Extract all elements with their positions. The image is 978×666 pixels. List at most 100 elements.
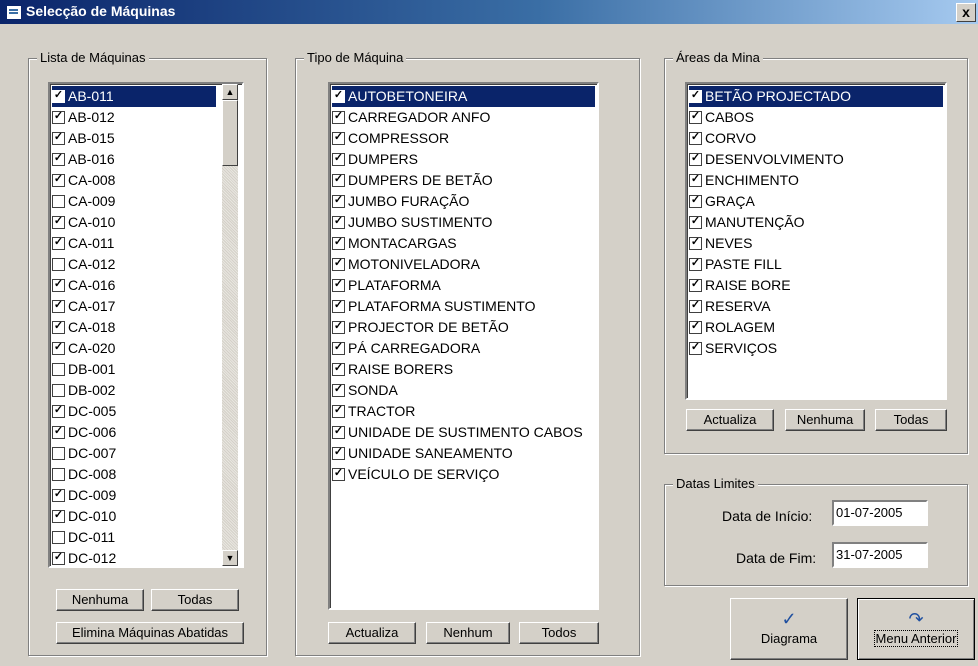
list-item[interactable]: DB-001 xyxy=(52,359,216,380)
checkbox-checked[interactable] xyxy=(689,174,702,187)
checkbox-checked[interactable] xyxy=(52,174,65,187)
checkbox-checked[interactable] xyxy=(689,216,702,229)
checkbox-checked[interactable] xyxy=(332,468,345,481)
checkbox-checked[interactable] xyxy=(689,153,702,166)
list-item[interactable]: CARREGADOR ANFO xyxy=(332,107,595,128)
checkbox-checked[interactable] xyxy=(332,90,345,103)
list-item[interactable]: DC-005 xyxy=(52,401,216,422)
list-item[interactable]: BETÃO PROJECTADO xyxy=(689,86,943,107)
list-item[interactable]: DC-008 xyxy=(52,464,216,485)
list-item[interactable]: DUMPERS DE BETÃO xyxy=(332,170,595,191)
list-item[interactable]: CA-009 xyxy=(52,191,216,212)
diagrama-button[interactable]: ✓ Diagrama xyxy=(730,598,848,660)
data-fim-input[interactable]: 31-07-2005 xyxy=(832,542,928,568)
tipos-nenhum-button[interactable]: Nenhum xyxy=(426,622,510,644)
list-item[interactable]: JUMBO SUSTIMENTO xyxy=(332,212,595,233)
checkbox-checked[interactable] xyxy=(332,384,345,397)
checkbox-unchecked[interactable] xyxy=(52,384,65,397)
checkbox-checked[interactable] xyxy=(689,279,702,292)
list-item[interactable]: DUMPERS xyxy=(332,149,595,170)
tipos-todos-button[interactable]: Todos xyxy=(519,622,599,644)
list-item[interactable]: GRAÇA xyxy=(689,191,943,212)
scroll-up-button[interactable]: ▲ xyxy=(222,84,238,100)
checkbox-checked[interactable] xyxy=(52,489,65,502)
checkbox-checked[interactable] xyxy=(52,510,65,523)
list-item[interactable]: RAISE BORERS xyxy=(332,359,595,380)
menu-anterior-button[interactable]: ↷ Menu Anterior xyxy=(857,598,975,660)
checkbox-checked[interactable] xyxy=(52,552,65,565)
data-inicio-input[interactable]: 01-07-2005 xyxy=(832,500,928,526)
checkbox-checked[interactable] xyxy=(332,237,345,250)
checkbox-unchecked[interactable] xyxy=(52,447,65,460)
list-item[interactable]: DC-010 xyxy=(52,506,216,527)
checkbox-checked[interactable] xyxy=(689,111,702,124)
list-item[interactable]: PROJECTOR DE BETÃO xyxy=(332,317,595,338)
mine-areas-listbox[interactable]: BETÃO PROJECTADO CABOS CORVO DESENVOLVIMENT… xyxy=(685,82,947,400)
checkbox-checked[interactable] xyxy=(332,321,345,334)
list-item[interactable]: AB-016 xyxy=(52,149,216,170)
checkbox-checked[interactable] xyxy=(332,405,345,418)
list-item[interactable]: SONDA xyxy=(332,380,595,401)
checkbox-checked[interactable] xyxy=(52,216,65,229)
list-item[interactable]: PLATAFORMA xyxy=(332,275,595,296)
scroll-thumb[interactable] xyxy=(222,100,238,166)
areas-todas-button[interactable]: Todas xyxy=(875,409,947,431)
checkbox-checked[interactable] xyxy=(52,153,65,166)
checkbox-checked[interactable] xyxy=(332,363,345,376)
checkbox-checked[interactable] xyxy=(332,216,345,229)
checkbox-checked[interactable] xyxy=(332,258,345,271)
checkbox-checked[interactable] xyxy=(689,132,702,145)
checkbox-checked[interactable] xyxy=(52,300,65,313)
list-item[interactable]: CA-012 xyxy=(52,254,216,275)
machines-scrollbar[interactable]: ▲ ▼ xyxy=(222,84,238,566)
areas-nenhuma-button[interactable]: Nenhuma xyxy=(785,409,865,431)
checkbox-unchecked[interactable] xyxy=(52,195,65,208)
checkbox-checked[interactable] xyxy=(332,195,345,208)
list-item[interactable]: CA-010 xyxy=(52,212,216,233)
list-item[interactable]: SERVIÇOS xyxy=(689,338,943,359)
checkbox-checked[interactable] xyxy=(52,342,65,355)
checkbox-checked[interactable] xyxy=(52,405,65,418)
checkbox-checked[interactable] xyxy=(332,132,345,145)
checkbox-unchecked[interactable] xyxy=(52,468,65,481)
list-item[interactable]: RESERVA xyxy=(689,296,943,317)
list-item[interactable]: DC-006 xyxy=(52,422,216,443)
elimina-maquinas-abatidas-button[interactable]: Elimina Máquinas Abatidas xyxy=(56,622,244,644)
list-item[interactable]: CABOS xyxy=(689,107,943,128)
checkbox-checked[interactable] xyxy=(52,426,65,439)
list-item[interactable]: CA-020 xyxy=(52,338,216,359)
checkbox-checked[interactable] xyxy=(52,90,65,103)
list-item[interactable]: CA-011 xyxy=(52,233,216,254)
checkbox-unchecked[interactable] xyxy=(52,363,65,376)
machine-types-listbox[interactable]: AUTOBETONEIRA CARREGADOR ANFO COMPRESSOR DU… xyxy=(328,82,599,610)
list-item[interactable]: MOTONIVELADORA xyxy=(332,254,595,275)
areas-actualiza-button[interactable]: Actualiza xyxy=(686,409,774,431)
maquinas-todas-button[interactable]: Todas xyxy=(151,589,239,611)
checkbox-checked[interactable] xyxy=(689,195,702,208)
list-item[interactable]: ENCHIMENTO xyxy=(689,170,943,191)
list-item[interactable]: RAISE BORE xyxy=(689,275,943,296)
list-item[interactable]: TRACTOR xyxy=(332,401,595,422)
checkbox-checked[interactable] xyxy=(52,279,65,292)
checkbox-checked[interactable] xyxy=(332,153,345,166)
checkbox-checked[interactable] xyxy=(332,426,345,439)
checkbox-checked[interactable] xyxy=(332,279,345,292)
list-item[interactable]: JUMBO FURAÇÃO xyxy=(332,191,595,212)
list-item[interactable]: ROLAGEM xyxy=(689,317,943,338)
list-item[interactable]: DESENVOLVIMENTO xyxy=(689,149,943,170)
maquinas-nenhuma-button[interactable]: Nenhuma xyxy=(56,589,144,611)
list-item[interactable]: AB-011 xyxy=(52,86,216,107)
checkbox-checked[interactable] xyxy=(689,342,702,355)
list-item[interactable]: MANUTENÇÃO xyxy=(689,212,943,233)
checkbox-checked[interactable] xyxy=(52,237,65,250)
checkbox-checked[interactable] xyxy=(689,321,702,334)
checkbox-checked[interactable] xyxy=(332,447,345,460)
checkbox-checked[interactable] xyxy=(689,90,702,103)
list-item[interactable]: COMPRESSOR xyxy=(332,128,595,149)
list-item[interactable]: DC-009 xyxy=(52,485,216,506)
list-item[interactable]: UNIDADE DE SUSTIMENTO CABOS xyxy=(332,422,595,443)
list-item[interactable]: DB-002 xyxy=(52,380,216,401)
list-item[interactable]: UNIDADE SANEAMENTO xyxy=(332,443,595,464)
list-item[interactable]: CA-017 xyxy=(52,296,216,317)
list-item[interactable]: AB-012 xyxy=(52,107,216,128)
